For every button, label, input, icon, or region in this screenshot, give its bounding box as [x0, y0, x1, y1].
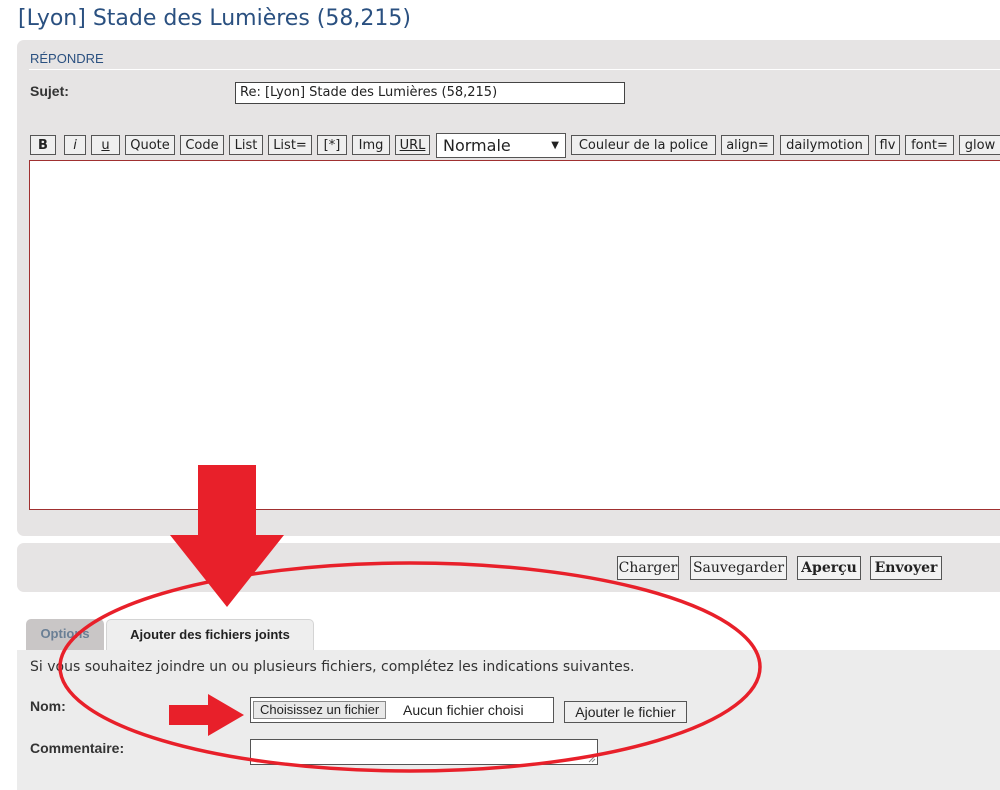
quote-button[interactable]: Quote — [125, 135, 175, 155]
font-size-value: Normale — [443, 136, 511, 155]
flv-button[interactable]: flv — [875, 135, 900, 155]
attachments-info: Si vous souhaitez joindre un ou plusieur… — [30, 659, 635, 675]
font-color-button[interactable]: Couleur de la police — [571, 135, 716, 155]
tab-options[interactable]: Options — [26, 619, 104, 650]
list-item-button[interactable]: [*] — [317, 135, 347, 155]
subject-input[interactable]: Re: [Lyon] Stade des Lumières (58,215) — [235, 82, 625, 104]
section-label: RÉPONDRE — [30, 51, 104, 66]
reply-panel: RÉPONDRE Sujet: Re: [Lyon] Stade des Lum… — [17, 40, 1000, 536]
resize-handle-icon — [588, 755, 596, 763]
save-button[interactable]: Sauvegarder — [690, 556, 787, 580]
file-name-label: Nom: — [30, 698, 66, 714]
load-button[interactable]: Charger — [617, 556, 679, 580]
tab-attachments[interactable]: Ajouter des fichiers joints — [106, 619, 314, 650]
send-button[interactable]: Envoyer — [870, 556, 942, 580]
code-button[interactable]: Code — [180, 135, 224, 155]
comment-input[interactable] — [250, 739, 598, 765]
divider — [29, 69, 1000, 70]
preview-button[interactable]: Aperçu — [797, 556, 861, 580]
font-button[interactable]: font= — [905, 135, 954, 155]
font-size-select[interactable]: Normale ▼ — [436, 133, 566, 158]
italic-button[interactable]: i — [64, 135, 86, 155]
choose-file-button[interactable]: Choisissez un fichier — [253, 701, 387, 719]
action-bar: Charger Sauvegarder Aperçu Envoyer — [17, 543, 1000, 592]
list-button[interactable]: List — [229, 135, 263, 155]
triangle-down-icon: ▼ — [551, 140, 559, 151]
img-button[interactable]: Img — [352, 135, 390, 155]
add-file-button[interactable]: Ajouter le fichier — [564, 701, 687, 723]
subject-label: Sujet: — [30, 83, 69, 99]
bold-button[interactable]: B — [30, 135, 56, 155]
page-title: [Lyon] Stade des Lumières (58,215) — [18, 6, 411, 31]
dailymotion-button[interactable]: dailymotion — [780, 135, 869, 155]
list-ordered-button[interactable]: List= — [268, 135, 312, 155]
glow-button[interactable]: glow — [959, 135, 1000, 155]
file-input[interactable]: Choisissez un fichier Aucun fichier choi… — [250, 697, 554, 723]
file-status: Aucun fichier choisi — [403, 702, 524, 718]
url-button[interactable]: URL — [395, 135, 430, 155]
underline-button[interactable]: u — [91, 135, 120, 155]
comment-label: Commentaire: — [30, 740, 125, 756]
align-button[interactable]: align= — [721, 135, 774, 155]
attachments-panel: Si vous souhaitez joindre un ou plusieur… — [17, 650, 1000, 790]
message-textarea[interactable] — [29, 160, 1000, 510]
